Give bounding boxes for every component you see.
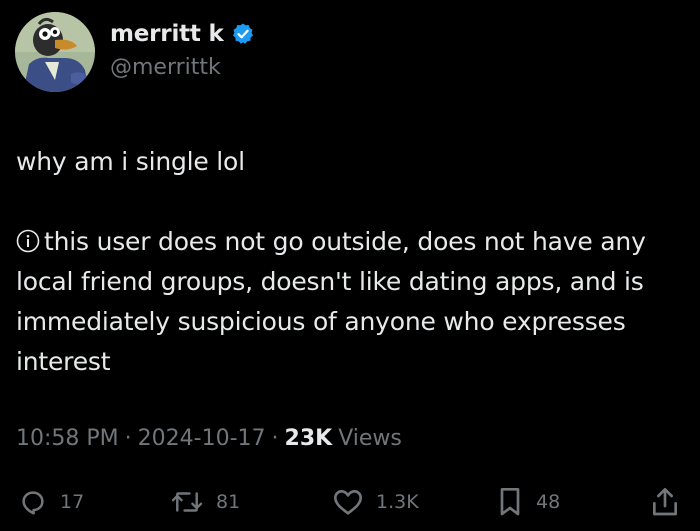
views-count[interactable]: 23K [285,426,333,451]
bookmark-button[interactable]: 48 [496,480,560,524]
meta-separator: · [271,426,279,451]
tweet-info-paragraph: this user does not go outside, does not … [16,222,686,382]
repost-button[interactable]: 81 [170,480,240,524]
display-name-row[interactable]: merritt k [110,18,255,50]
like-count: 1.3K [376,491,419,513]
tweet-text: why am i single lol this user does not g… [16,142,686,382]
bookmark-count: 48 [536,491,561,513]
tweet-date[interactable]: 2024-10-17 [138,426,266,451]
share-icon [650,486,680,518]
tweet-line-1: why am i single lol [16,147,245,176]
reply-button[interactable]: 17 [18,480,84,524]
like-button[interactable]: 1.3K [332,480,419,524]
tweet-meta: 10:58 PM · 2024-10-17 · 23K Views [16,426,402,451]
avatar-image [15,12,95,92]
repost-icon [170,487,204,517]
reply-count: 17 [60,491,85,513]
repost-count: 81 [216,491,241,513]
info-text: this user does not go outside, does not … [16,227,646,376]
tweet-time[interactable]: 10:58 PM [16,426,119,451]
info-circle-icon [16,225,40,253]
bookmark-icon [496,486,524,518]
verified-badge-icon [231,22,255,46]
tweet: merritt k @merrittk why am i single lol … [0,0,700,531]
avatar[interactable] [15,12,95,92]
action-bar: 17 81 1.3K 48 [0,480,700,524]
handle[interactable]: @merrittk [110,55,221,80]
reply-icon [18,487,48,517]
share-button[interactable] [650,480,680,524]
meta-separator: · [124,426,132,451]
display-name[interactable]: merritt k [110,21,224,47]
views-label: Views [338,426,402,451]
heart-icon [332,487,364,517]
